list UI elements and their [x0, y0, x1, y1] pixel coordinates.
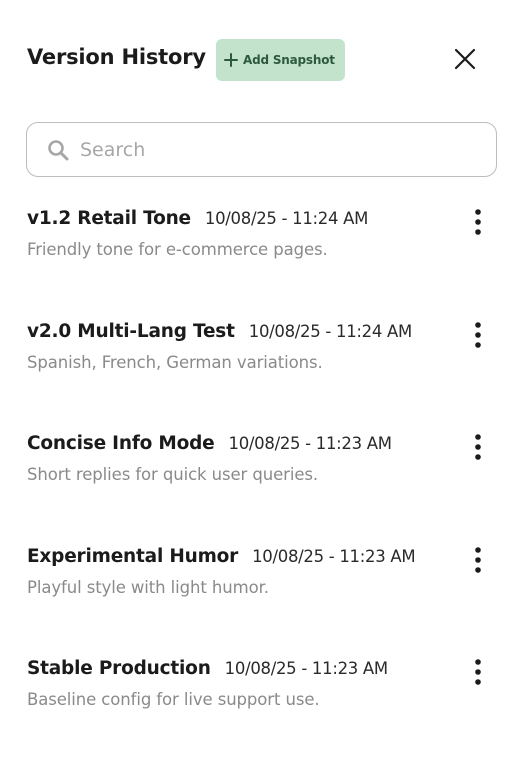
version-timestamp: 10/08/25 - 11:24 AM — [248, 321, 412, 341]
version-timestamp: 10/08/25 - 11:23 AM — [224, 659, 388, 678]
version-menu-button[interactable] — [467, 321, 489, 351]
more-vertical-icon — [467, 321, 489, 355]
version-item[interactable]: Experimental Humor 10/08/25 - 11:23 AM P… — [27, 546, 493, 659]
version-menu-button[interactable] — [467, 208, 489, 238]
plus-icon — [224, 53, 238, 67]
more-vertical-icon — [467, 209, 489, 242]
version-item[interactable]: v2.0 Multi-Lang Test 10/08/25 - 11:24 AM… — [27, 321, 493, 434]
version-menu-button[interactable] — [467, 658, 489, 688]
version-item[interactable]: Concise Info Mode 10/08/25 - 11:23 AM Sh… — [27, 433, 493, 546]
version-description: Playful style with light humor. — [27, 577, 269, 597]
more-vertical-icon — [467, 546, 489, 580]
version-description: Baseline config for live support use. — [27, 690, 320, 709]
search-icon — [47, 139, 69, 161]
version-menu-button[interactable] — [467, 546, 489, 576]
version-description: Friendly tone for e-commerce pages. — [27, 240, 328, 259]
version-description: Spanish, French, German variations. — [27, 352, 323, 372]
search-input[interactable] — [80, 138, 460, 161]
more-vertical-icon — [467, 659, 489, 692]
version-timestamp: 10/08/25 - 11:24 AM — [204, 209, 369, 228]
close-button[interactable] — [453, 47, 477, 71]
panel-header: Version History Add Snapshot — [27, 38, 493, 81]
version-item[interactable]: v1.2 Retail Tone 10/08/25 - 11:24 AM Fri… — [27, 208, 493, 321]
version-timestamp: 10/08/25 - 11:23 AM — [252, 546, 416, 566]
version-list: v1.2 Retail Tone 10/08/25 - 11:24 AM Fri… — [27, 208, 493, 771]
version-name: v2.0 Multi-Lang Test — [27, 320, 235, 342]
version-description: Short replies for quick user queries. — [27, 465, 319, 484]
version-name: Experimental Humor — [27, 545, 239, 567]
version-menu-button[interactable] — [467, 433, 489, 463]
search-box — [26, 122, 497, 177]
page-title: Version History — [27, 45, 206, 69]
more-vertical-icon — [467, 434, 489, 467]
close-icon — [453, 48, 477, 75]
version-name: v1.2 Retail Tone — [27, 208, 191, 229]
add-snapshot-label: Add Snapshot — [243, 53, 335, 67]
version-name: Stable Production — [27, 658, 211, 679]
version-name: Concise Info Mode — [27, 433, 215, 454]
version-timestamp: 10/08/25 - 11:23 AM — [228, 434, 392, 453]
add-snapshot-button[interactable]: Add Snapshot — [216, 39, 345, 81]
